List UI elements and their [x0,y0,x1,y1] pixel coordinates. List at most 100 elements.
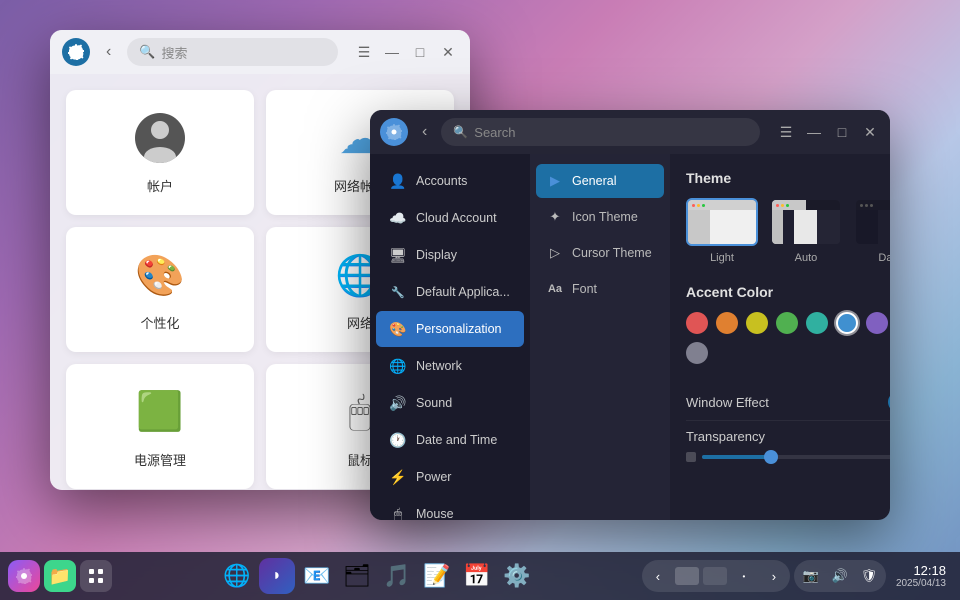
camera-tray-icon[interactable]: 📷 [798,562,824,590]
general-subnav-icon: ▶ [546,172,564,190]
back-button-zh[interactable]: ‹ [98,39,119,65]
theme-auto-label: Auto [795,252,818,264]
mouse-label: Mouse [416,507,512,520]
calendar-button[interactable]: 📅 [459,558,495,594]
app-grid-button[interactable] [80,560,112,592]
titlebar-settings-icon-dark [380,118,408,146]
tile-power[interactable]: 🟩 电源管理 [66,364,254,489]
transparency-slider-container [686,452,890,462]
taskbar-left: 📁 [8,560,112,592]
theme-dark[interactable]: Dark [854,198,890,264]
transparency-label: Transparency [686,429,765,444]
cursor-theme-subnav-icon: ▷ [546,244,564,262]
accent-gray[interactable] [686,342,708,364]
window-effect-row: Window Effect [686,384,890,421]
personalization-label: Personalization [416,322,512,336]
settings-main-content: Theme [670,154,890,520]
sidebar-item-default-apps[interactable]: 🔧 Default Applica... [376,274,524,310]
next-desktop-button[interactable]: › [760,562,788,590]
menu-button-zh[interactable]: ☰ [354,42,374,62]
window-effect-toggle[interactable] [888,392,890,412]
maximize-button-dark[interactable]: □ [832,122,852,142]
files2-button[interactable]: 🗂 [339,558,375,594]
personalization-icon: 🎨 [388,319,408,339]
accent-yellow[interactable] [746,312,768,334]
accent-section-title: Accent Color [686,284,890,300]
accent-teal[interactable] [806,312,828,334]
security-tray-icon[interactable]: 🛡 [856,562,882,590]
sidebar-item-power[interactable]: ⚡ Power [376,459,524,495]
taskbar-center: 🌐 ◗ 📧 🗂 🎵 📝 📅 ⚙️ [112,558,642,594]
taskbar-right: ‹ • › 📷 🔊 🛡 12:18 2025/04/13 [642,560,952,592]
sidebar-item-personalization[interactable]: 🎨 Personalization [376,311,524,347]
transparency-track[interactable] [702,455,890,459]
default-apps-label: Default Applica... [416,285,512,299]
power-label: Power [416,470,512,484]
close-button-zh[interactable]: ✕ [438,42,458,62]
desktop-thumb-1[interactable] [675,567,699,585]
minimize-button-dark[interactable]: — [804,122,824,142]
accounts-icon: 👤 [388,171,408,191]
editor-button[interactable]: 📝 [419,558,455,594]
sub-nav-cursor-theme[interactable]: ▷ Cursor Theme [536,236,664,270]
theme-dark-preview [854,198,890,246]
accent-green[interactable] [776,312,798,334]
menu-button-dark[interactable]: ☰ [776,122,796,142]
sidebar-item-datetime[interactable]: 🕐 Date and Time [376,422,524,458]
cloud-label: Cloud Account [416,211,512,225]
desktop-dot[interactable]: • [730,562,758,590]
sub-nav-icon-theme[interactable]: ✦ Icon Theme [536,200,664,234]
files-button[interactable]: 📁 [44,560,76,592]
datetime-label: Date and Time [416,433,512,447]
sub-nav-general[interactable]: ▶ General [536,164,664,198]
transparency-thumb[interactable] [764,450,778,464]
tile-personalization[interactable]: 🎨 个性化 [66,227,254,352]
palette-icon: 🎨 [132,247,188,303]
sidebar-item-accounts[interactable]: 👤 Accounts [376,163,524,199]
tile-account[interactable]: 帐户 [66,90,254,215]
sidebar-item-network[interactable]: 🌐 Network [376,348,524,384]
search-bar-dark[interactable]: 🔍 Search [441,118,760,146]
desktop: ‹ 🔍 搜索 ☰ — □ ✕ 帐户 ☁ [0,0,960,600]
network-sidebar-icon: 🌐 [388,356,408,376]
search-bar-zh[interactable]: 🔍 搜索 [127,38,338,66]
network-label: Network [416,359,512,373]
speaker-tray-icon[interactable]: 🔊 [827,562,853,590]
browser-button[interactable]: 🌐 [219,558,255,594]
sub-nav-font[interactable]: Aa Font [536,272,664,306]
theme-light[interactable]: Light [686,198,758,264]
default-apps-icon: 🔧 [388,282,408,302]
sub-navigation: ▶ General ✦ Icon Theme ▷ Cursor Theme Aa… [530,154,670,520]
theme-auto-preview [770,198,842,246]
settings-button[interactable]: ⚙️ [499,558,535,594]
accent-red[interactable] [686,312,708,334]
theme-auto[interactable]: Auto [770,198,842,264]
back-button-dark[interactable]: ‹ [416,119,433,145]
theme-previews: Light [686,198,890,264]
close-button-dark[interactable]: ✕ [860,122,880,142]
desktop-thumb-2[interactable] [703,567,727,585]
tile-label-account: 帐户 [147,176,173,195]
clock-date: 2025/04/13 [896,578,946,589]
clock-widget[interactable]: 12:18 2025/04/13 [890,563,952,589]
window-effect-label: Window Effect [686,395,769,410]
accent-purple[interactable] [866,312,888,334]
mail-button[interactable]: 📧 [299,558,335,594]
virtual-desktop-nav: ‹ • › [642,560,790,592]
arc-button[interactable]: ◗ [259,558,295,594]
window-controls-dark: ☰ — □ ✕ [776,122,880,142]
power-sidebar-icon: ⚡ [388,467,408,487]
accent-blue[interactable] [836,312,858,334]
sidebar-item-sound[interactable]: 🔊 Sound [376,385,524,421]
sidebar-item-display[interactable]: 🖥 Display [376,237,524,273]
music-button[interactable]: 🎵 [379,558,415,594]
taskbar: 📁 🌐 ◗ 📧 🗂 🎵 📝 📅 ⚙️ [0,552,960,600]
prev-desktop-button[interactable]: ‹ [644,562,672,590]
sidebar-item-cloud[interactable]: ☁️ Cloud Account [376,200,524,236]
maximize-button-zh[interactable]: □ [410,42,430,62]
theme-section-title: Theme [686,170,890,186]
launchpad-button[interactable] [8,560,40,592]
minimize-button-zh[interactable]: — [382,42,402,62]
accent-orange[interactable] [716,312,738,334]
sidebar-item-mouse[interactable]: 🖱 Mouse [376,496,524,520]
